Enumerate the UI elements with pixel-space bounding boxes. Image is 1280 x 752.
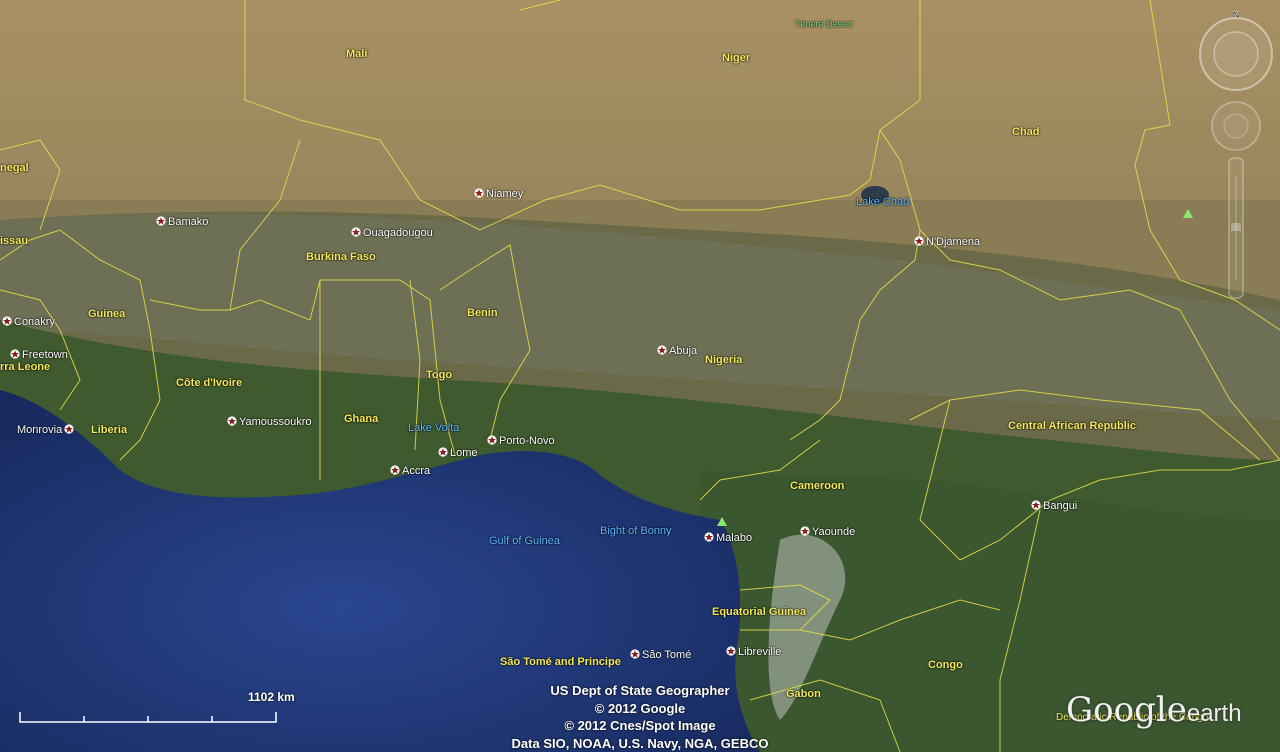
city-marker-niamey[interactable]: Niamey [474, 188, 523, 201]
navigation-controls[interactable]: N [1196, 8, 1280, 308]
capital-star-icon [2, 316, 12, 326]
north-indicator: N [1233, 10, 1240, 20]
look-joystick[interactable] [1211, 101, 1261, 151]
city-name: Bamako [168, 216, 209, 228]
country-label-congo: Congo [928, 659, 963, 671]
scale-label: 1102 km [248, 690, 295, 704]
country-label-cote-divoire: Côte d'Ivoire [176, 377, 243, 389]
terrain-imagery [0, 0, 1280, 752]
capital-star-icon [487, 435, 497, 445]
city-name: Porto-Novo [499, 435, 555, 447]
country-label-central-african-republic: Central African Republic [1008, 420, 1136, 432]
water-label-bight-of-bonny: Bight of Bonny [600, 525, 672, 537]
country-label-burkina-faso: Burkina Faso [306, 251, 376, 263]
capital-star-icon [64, 424, 74, 434]
capital-star-icon [914, 236, 924, 246]
country-label-guinea-bissau: issau [0, 235, 29, 247]
capital-star-icon [438, 447, 448, 457]
capital-star-icon [704, 532, 714, 542]
city-name: Libreville [738, 646, 782, 658]
capital-star-icon [630, 649, 640, 659]
city-name: Ouagadougou [363, 227, 433, 239]
country-label-guinea: Guinea [88, 308, 126, 320]
capital-star-icon [227, 416, 237, 426]
city-name: Yaounde [812, 526, 856, 538]
city-name: Malabo [716, 532, 753, 544]
google-earth-logo: Googleearth [1066, 690, 1242, 734]
city-name: Yamoussoukro [239, 416, 312, 428]
country-label-togo: Togo [426, 369, 453, 381]
country-label-gabon: Gabon [786, 688, 821, 700]
city-marker-porto-novo[interactable]: Porto-Novo [487, 435, 555, 448]
zoom-slider[interactable] [1228, 157, 1244, 299]
country-label-mali: Mali [346, 48, 368, 60]
mountain-peak-icon[interactable] [717, 517, 727, 526]
city-name: Monrovia [17, 424, 63, 436]
city-marker-yaounde[interactable]: Yaounde [800, 526, 855, 539]
country-label-nigeria: Nigeria [705, 354, 743, 366]
country-label-niger: Niger [722, 52, 751, 64]
attribution-line: © 2012 Cnes/Spot Image [564, 718, 716, 733]
city-name: Lome [450, 447, 478, 459]
city-name: Conakry [14, 316, 55, 328]
city-marker-malabo[interactable]: Malabo [704, 532, 752, 545]
country-label-equatorial-guinea: Equatorial Guinea [712, 606, 807, 618]
attribution-line: Data SIO, NOAA, U.S. Navy, NGA, GEBCO [511, 736, 769, 751]
logo-google-text: Google [1066, 690, 1187, 730]
city-marker-accra[interactable]: Accra [390, 465, 430, 478]
desert-label-tenere: Ténéré Desert [795, 19, 853, 29]
city-marker-conakry[interactable]: Conakry [2, 316, 55, 329]
city-name: Freetown [22, 349, 68, 361]
attribution-line: © 2012 Google [594, 701, 686, 716]
country-label-benin: Benin [467, 307, 498, 319]
capital-star-icon [800, 526, 810, 536]
city-marker-ndjamena[interactable]: N'Djamena [914, 236, 980, 249]
capital-star-icon [390, 465, 400, 475]
city-name: Bangui [1043, 500, 1078, 512]
attribution-line: US Dept of State Geographer [550, 683, 730, 698]
water-label-lake-chad: Lake Chad [856, 196, 910, 208]
country-label-liberia: Liberia [91, 424, 128, 436]
map-viewport[interactable]: Mali Niger Chad negal issau Burkina Faso… [0, 0, 1280, 752]
country-label-sierra-leone: rra Leone [0, 361, 51, 373]
city-marker-lome[interactable]: Lome [438, 447, 478, 460]
city-marker-monrovia[interactable]: Monrovia [17, 424, 74, 437]
city-marker-yamoussoukro[interactable]: Yamoussoukro [227, 416, 312, 429]
country-label-chad: Chad [1012, 126, 1040, 138]
capital-star-icon [10, 349, 20, 359]
city-marker-bamako[interactable]: Bamako [156, 216, 208, 229]
capital-star-icon [726, 646, 736, 656]
city-marker-ouagadougou[interactable]: Ouagadougou [351, 227, 433, 240]
city-marker-bangui[interactable]: Bangui [1031, 500, 1077, 513]
city-marker-freetown[interactable]: Freetown [10, 349, 68, 362]
capital-star-icon [474, 188, 484, 198]
country-label-senegal: negal [0, 162, 29, 174]
city-marker-libreville[interactable]: Libreville [726, 646, 781, 659]
capital-star-icon [657, 345, 667, 355]
city-name: Abuja [669, 345, 698, 357]
water-label-lake-volta: Lake Volta [408, 422, 460, 434]
logo-earth-text: earth [1186, 700, 1242, 727]
city-name: Niamey [486, 188, 524, 200]
country-label-sao-tome-and-principe: São Tomé and Principe [500, 656, 621, 668]
country-label-cameroon: Cameroon [790, 480, 845, 492]
city-name: N'Djamena [926, 236, 981, 248]
compass-ring[interactable]: N [1199, 10, 1273, 91]
country-label-ghana: Ghana [344, 413, 379, 425]
city-marker-sao-tome[interactable]: São Tomé [630, 649, 691, 662]
capital-star-icon [351, 227, 361, 237]
capital-star-icon [1031, 500, 1041, 510]
city-name: São Tomé [642, 649, 692, 661]
capital-star-icon [156, 216, 166, 226]
mountain-peak-icon[interactable] [1183, 209, 1193, 218]
zoom-slider-thumb[interactable] [1231, 223, 1241, 231]
city-marker-abuja[interactable]: Abuja [657, 345, 697, 358]
city-name: Accra [402, 465, 431, 477]
water-label-gulf-of-guinea: Gulf of Guinea [489, 535, 560, 547]
